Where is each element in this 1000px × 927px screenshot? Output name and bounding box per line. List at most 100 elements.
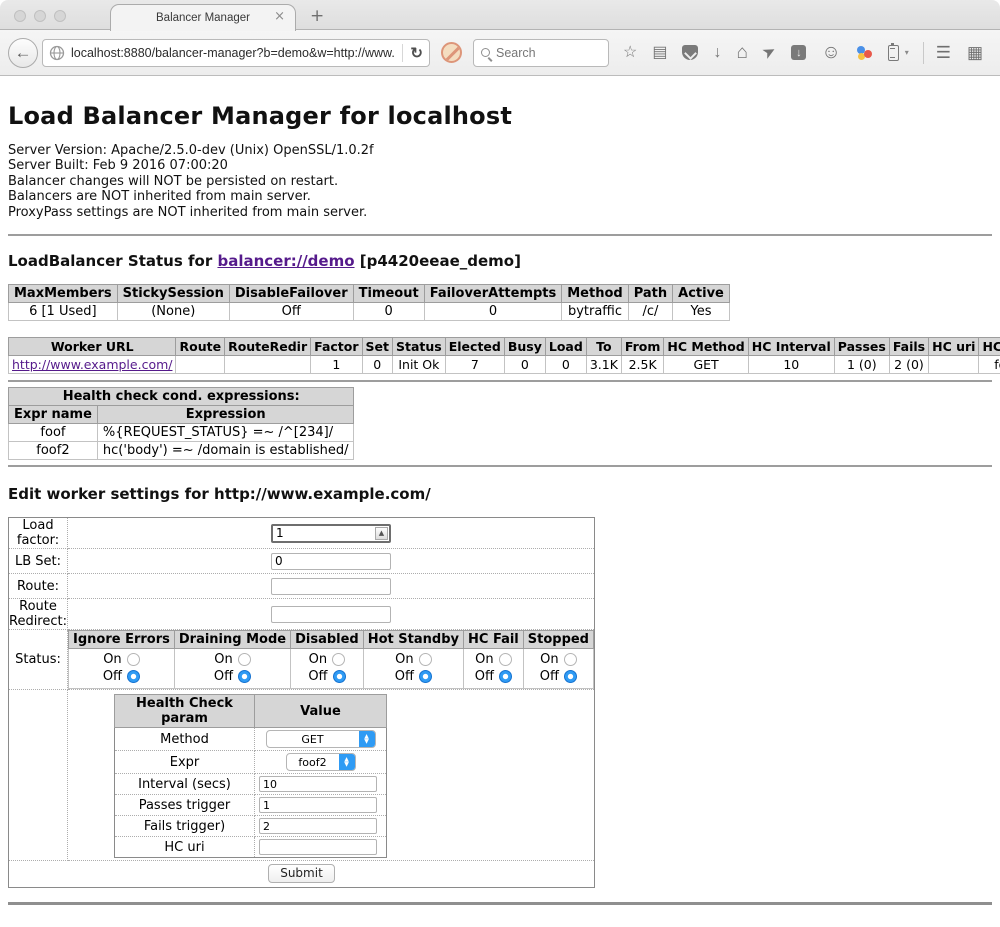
- param-label-expr: Expr: [115, 751, 255, 774]
- cell: 0: [545, 356, 586, 374]
- divider: [8, 380, 992, 382]
- interval-secs-input[interactable]: [259, 776, 377, 792]
- back-button[interactable]: ←: [8, 38, 38, 68]
- cell: 3.1K: [586, 356, 621, 374]
- reading-list-icon[interactable]: ▤: [652, 45, 667, 61]
- column-header-stickysession: StickySession: [117, 285, 229, 303]
- status-hc-fail-on-radio[interactable]: [499, 653, 512, 666]
- fails-trigger-input[interactable]: [259, 818, 377, 834]
- status-draining-mode-off-radio[interactable]: [238, 670, 251, 683]
- cell: Yes: [673, 303, 730, 321]
- status-hot-standby-off-radio[interactable]: [419, 670, 432, 683]
- status-draining-mode-on-radio[interactable]: [238, 653, 251, 666]
- radio-label: Off: [103, 668, 122, 685]
- worker-url-link[interactable]: http://www.example.com/: [12, 357, 172, 372]
- form-row-health-check: Health Check paramValueMethodGET▲▼Exprfo…: [9, 690, 595, 861]
- save-page-icon[interactable]: ↓: [791, 45, 806, 60]
- cell: 0: [353, 303, 424, 321]
- column-header-method: Method: [562, 285, 628, 303]
- balancer-status-heading: LoadBalancer Status for balancer://demo …: [8, 252, 992, 270]
- status-column-ignore-errors: Ignore Errors: [69, 631, 175, 649]
- table-row: foof2hc('body') =~ /domain is establishe…: [9, 442, 354, 460]
- radio-label: On: [103, 651, 121, 668]
- status-ignore-errors-on-radio[interactable]: [127, 653, 140, 666]
- divider: [8, 902, 992, 905]
- bookmark-star-icon[interactable]: ☆: [623, 45, 637, 61]
- status-hc-fail-off-radio[interactable]: [499, 670, 512, 683]
- window-minimize-button[interactable]: [34, 10, 46, 22]
- column-header-routeredir: RouteRedir: [225, 338, 311, 356]
- column-header-hc-method: HC Method: [664, 338, 748, 356]
- page-title: Load Balancer Manager for localhost: [8, 76, 992, 130]
- status-disabled-off-radio[interactable]: [333, 670, 346, 683]
- toolbar-divider: [923, 42, 924, 64]
- route-redirect-input[interactable]: [271, 606, 391, 623]
- cell: [225, 356, 311, 374]
- status-hot-standby-on-radio[interactable]: [419, 653, 432, 666]
- expr-select[interactable]: foof2▲▼: [286, 753, 356, 771]
- field-label-load-factor: Load factor:: [9, 518, 68, 549]
- column-header-passes: Passes: [834, 338, 889, 356]
- health-check-row: Method GET▲▼: [115, 728, 387, 751]
- search-bar[interactable]: Search: [473, 39, 609, 67]
- menu-icon[interactable]: ☰: [936, 43, 951, 63]
- worker-url-cell: http://www.example.com/: [9, 356, 176, 374]
- cell: 0: [424, 303, 562, 321]
- submit-button[interactable]: Submit: [268, 864, 335, 883]
- url-divider: [402, 44, 403, 62]
- url-bar[interactable]: localhost:8880/balancer-manager?b=demo&w…: [42, 39, 430, 67]
- param-label-method: Method: [115, 728, 255, 751]
- column-header-failoverattempts: FailoverAttempts: [424, 285, 562, 303]
- status-disabled-on-radio[interactable]: [332, 653, 345, 666]
- send-tab-icon[interactable]: ➤: [760, 42, 779, 62]
- server-info-line: ProxyPass settings are NOT inherited fro…: [8, 205, 992, 220]
- status-stopped-off-radio[interactable]: [564, 670, 577, 683]
- field-label-route-redirect: Route Redirect:: [9, 599, 68, 630]
- lb-set-input[interactable]: [271, 553, 391, 570]
- select-stepper-icon: ▲▼: [339, 754, 355, 770]
- balancer-params-table: MaxMembersStickySessionDisableFailoverTi…: [8, 284, 730, 321]
- radio-label: Off: [308, 668, 327, 685]
- status-column-hc-fail: HC Fail: [464, 631, 524, 649]
- status-ignore-errors-off-radio[interactable]: [127, 670, 140, 683]
- balancer-link[interactable]: balancer://demo: [217, 252, 354, 270]
- cell: 10: [748, 356, 834, 374]
- passes-trigger-input[interactable]: [259, 797, 377, 813]
- status-stopped-on-radio[interactable]: [564, 653, 577, 666]
- param-label-interval-secs: Interval (secs): [115, 774, 255, 795]
- workers-table: Worker URLRouteRouteRedirFactorSetStatus…: [8, 337, 1000, 374]
- pocket-icon[interactable]: [682, 45, 698, 60]
- select-value: foof2: [287, 754, 339, 770]
- window-zoom-button[interactable]: [54, 10, 66, 22]
- column-header-load: Load: [545, 338, 586, 356]
- column-header-disablefailover: DisableFailover: [229, 285, 353, 303]
- feedback-smiley-icon[interactable]: ☺: [821, 45, 840, 61]
- extension-dots-icon[interactable]: [856, 45, 873, 61]
- content-blocker-icon[interactable]: [441, 42, 462, 63]
- window-controls: [14, 10, 66, 22]
- downloads-icon[interactable]: ↓: [713, 45, 721, 61]
- column-header-timeout: Timeout: [353, 285, 424, 303]
- tab-close-icon[interactable]: ×: [274, 9, 285, 24]
- window-close-button[interactable]: [14, 10, 26, 22]
- select-value: GET: [267, 731, 359, 747]
- column-header-health-check-param: Health Check param: [115, 695, 255, 728]
- browser-tab[interactable]: Balancer Manager ×: [110, 4, 296, 31]
- cell: foof2: [979, 356, 1000, 374]
- status-table: Ignore ErrorsDraining ModeDisabledHot St…: [68, 630, 594, 689]
- route-input[interactable]: [271, 578, 391, 595]
- load-factor-input[interactable]: [271, 524, 391, 543]
- server-info-line: Balancer changes will NOT be persisted o…: [8, 174, 992, 189]
- new-tab-button[interactable]: +: [310, 6, 324, 26]
- reload-icon[interactable]: ↻: [410, 44, 423, 62]
- tab-grid-icon[interactable]: ▦: [967, 43, 983, 63]
- method-select[interactable]: GET▲▼: [266, 730, 376, 748]
- number-spinner-icon[interactable]: ▲: [375, 527, 388, 540]
- status-cell-stopped: OnOff: [523, 649, 593, 689]
- chevron-down-icon[interactable]: ▾: [905, 48, 909, 57]
- home-icon[interactable]: ⌂: [736, 45, 747, 61]
- battery-extension-icon[interactable]: [888, 45, 899, 61]
- search-icon: [481, 48, 490, 57]
- field-label-route: Route:: [9, 574, 68, 599]
- hc-uri-input[interactable]: [259, 839, 377, 855]
